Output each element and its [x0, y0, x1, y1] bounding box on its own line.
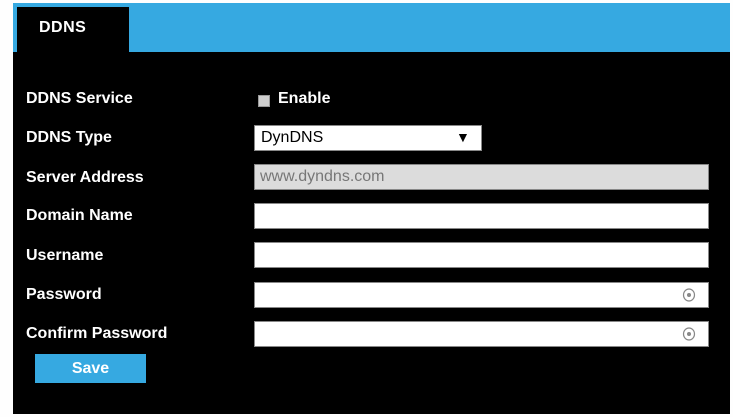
server-address-field — [254, 164, 709, 190]
chevron-down-icon: ▼ — [456, 129, 470, 145]
ddns-type-value: DynDNS — [261, 129, 324, 146]
ddns-panel: DDNS DDNS Service Enable DDNS Type DynDN… — [13, 3, 730, 414]
ddns-type-label: DDNS Type — [26, 129, 112, 146]
eye-icon[interactable] — [682, 327, 696, 341]
ddns-service-label: DDNS Service — [26, 90, 133, 107]
eye-icon[interactable] — [682, 288, 696, 302]
password-label: Password — [26, 286, 102, 303]
username-field[interactable] — [254, 242, 709, 268]
username-label: Username — [26, 247, 104, 264]
password-field[interactable] — [254, 282, 709, 308]
enable-checkbox-label[interactable]: Enable — [278, 90, 330, 108]
ddns-type-select[interactable]: DynDNS ▼ — [254, 125, 482, 151]
domain-name-label: Domain Name — [26, 207, 133, 224]
server-address-label: Server Address — [26, 169, 144, 186]
save-button[interactable]: Save — [35, 354, 146, 383]
confirm-password-field[interactable] — [254, 321, 709, 347]
tab-bar: DDNS — [13, 3, 730, 52]
tab-ddns-label: DDNS — [39, 19, 87, 36]
tab-ddns[interactable]: DDNS — [17, 7, 129, 52]
confirm-password-label: Confirm Password — [26, 325, 168, 342]
domain-name-field[interactable] — [254, 203, 709, 229]
enable-checkbox[interactable] — [258, 95, 270, 107]
